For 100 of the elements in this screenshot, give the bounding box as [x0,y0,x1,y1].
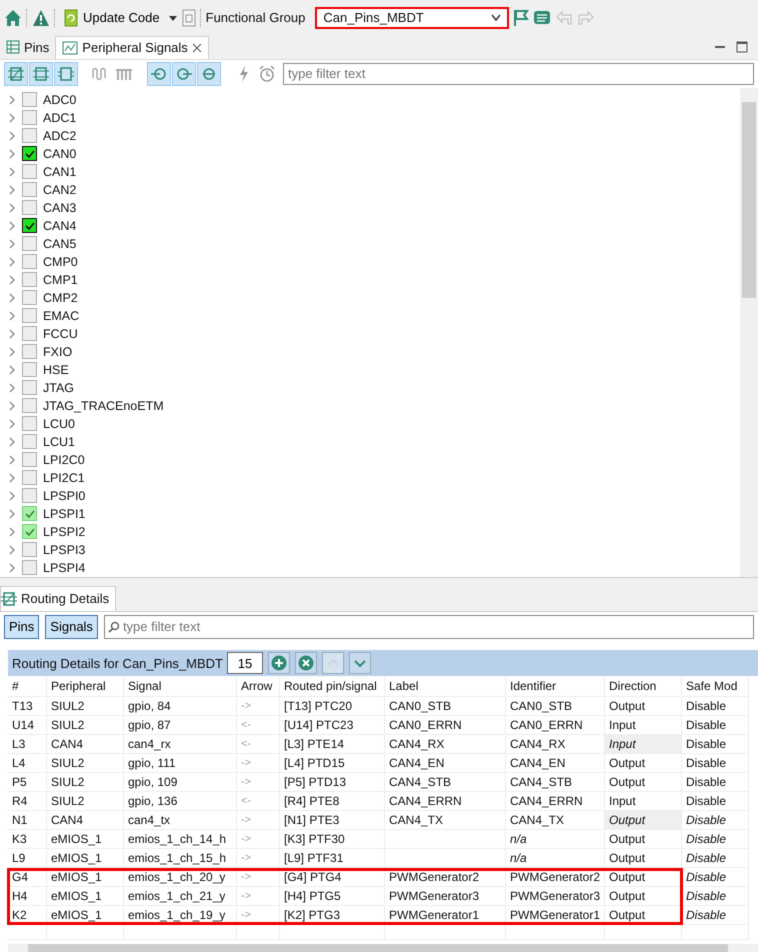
peripheral-label[interactable]: FCCU [43,326,78,341]
filter-field[interactable]: type filter text [283,62,754,85]
checkbox[interactable] [22,308,37,324]
peripheral-label[interactable]: HSE [43,362,69,377]
checkbox[interactable] [22,110,37,126]
peripheral-label[interactable]: LPSPI2 [43,524,86,539]
chevron-right-icon[interactable] [8,148,16,159]
column-header[interactable]: Direction [604,676,682,696]
tab[interactable]: Peripheral Signals [55,36,209,58]
checkbox[interactable] [22,362,37,378]
warning-icon[interactable] [32,8,50,27]
chevron-right-icon[interactable] [8,562,16,573]
checkbox[interactable] [22,128,37,144]
move-down-button[interactable] [349,652,371,674]
checkbox[interactable] [22,236,37,252]
column-header[interactable]: Signal [124,676,236,696]
chevron-right-icon[interactable] [8,364,16,375]
peripheral-label[interactable]: LCU1 [43,434,75,449]
chip-icon[interactable] [54,62,78,86]
tab[interactable]: Routing Details [0,586,116,611]
scrollbar[interactable] [740,88,758,577]
chevron-right-icon[interactable] [8,472,16,483]
checkbox[interactable] [22,416,37,432]
column-header[interactable]: Identifier [506,676,604,696]
peripheral-label[interactable]: CAN3 [43,200,76,215]
column-header[interactable]: Routed pin/signal [280,676,384,696]
checkbox[interactable] [22,452,37,468]
checkbox[interactable] [22,254,37,270]
chevron-right-icon[interactable] [8,508,16,519]
checkbox[interactable] [22,164,37,180]
bidirectional-pin-icon[interactable] [197,62,221,86]
peripheral-label[interactable]: CAN5 [43,236,76,251]
chevron-right-icon[interactable] [8,454,16,465]
chip-icon[interactable] [29,62,53,86]
peripheral-label[interactable]: CAN0 [43,146,76,161]
peripheral-label[interactable]: LPSPI0 [43,488,86,503]
peripheral-label[interactable]: FXIO [43,344,72,359]
chevron-right-icon[interactable] [8,130,16,141]
peripheral-label[interactable]: CMP2 [43,290,78,305]
chip-icon[interactable] [4,62,28,86]
close-icon[interactable] [192,42,202,53]
column-header[interactable]: Peripheral [46,676,124,696]
chevron-right-icon[interactable] [8,436,16,447]
checkbox[interactable] [22,182,37,198]
chevron-right-icon[interactable] [8,490,16,501]
chevron-right-icon[interactable] [8,310,16,321]
chevron-right-icon[interactable] [8,346,16,357]
peripheral-label[interactable]: ADC1 [43,110,76,125]
chevron-right-icon[interactable] [8,256,16,267]
checkbox[interactable] [22,542,37,558]
checkbox[interactable] [22,470,37,486]
checkbox[interactable] [22,290,37,306]
peripheral-label[interactable]: CAN1 [43,164,76,179]
checkbox[interactable] [22,380,37,396]
output-pin-icon[interactable] [172,62,196,86]
count-field[interactable]: 15 [227,652,263,674]
peripheral-label[interactable]: CAN4 [43,218,76,233]
peripheral-label[interactable]: CMP0 [43,254,78,269]
checkbox[interactable] [22,398,37,414]
chevron-right-icon[interactable] [8,292,16,303]
chevron-right-icon[interactable] [8,112,16,123]
peripheral-label[interactable]: LPSPI3 [43,542,86,557]
checkbox[interactable] [22,92,37,108]
peripheral-label[interactable]: CAN2 [43,182,76,197]
list-icon[interactable] [533,8,552,27]
tab[interactable]: Pins [0,36,56,58]
chevron-right-icon[interactable] [8,220,16,231]
chevron-right-icon[interactable] [8,328,16,339]
checkbox[interactable] [22,434,37,450]
peripheral-label[interactable]: CMP1 [43,272,78,287]
update-code-button[interactable]: Update Code [60,8,164,27]
checkbox[interactable] [22,488,37,504]
chevron-right-icon[interactable] [8,202,16,213]
chevron-right-icon[interactable] [8,166,16,177]
home-icon[interactable] [4,8,22,27]
column-header[interactable]: Arrow [236,676,280,696]
peripheral-label[interactable]: LPSPI4 [43,560,86,575]
peripheral-label[interactable]: JTAG [43,380,74,395]
add-button[interactable] [268,652,290,674]
checkbox[interactable] [22,344,37,360]
chevron-right-icon[interactable] [8,526,16,537]
peripheral-label[interactable]: ADC2 [43,128,76,143]
peripheral-label[interactable]: LCU0 [43,416,75,431]
chevron-right-icon[interactable] [8,94,16,105]
checkbox[interactable] [22,560,37,576]
chevron-right-icon[interactable] [8,400,16,411]
functional-group-dropdown[interactable]: Can_Pins_MBDT [315,6,510,29]
filter-field[interactable]: type filter text [104,614,754,639]
chevron-right-icon[interactable] [8,418,16,429]
peripheral-label[interactable]: LPSPI1 [43,506,86,521]
chevron-right-icon[interactable] [8,544,16,555]
chevron-right-icon[interactable] [8,184,16,195]
column-header[interactable]: Safe Mod [682,676,748,696]
checkbox[interactable] [22,272,37,288]
peripheral-label[interactable]: LPI2C1 [43,470,85,485]
peripheral-label[interactable]: JTAG_TRACEnoETM [43,398,164,413]
peripheral-label[interactable]: EMAC [43,308,80,323]
checkbox[interactable] [22,326,37,342]
maximize-icon[interactable] [736,41,748,54]
chevron-right-icon[interactable] [8,274,16,285]
